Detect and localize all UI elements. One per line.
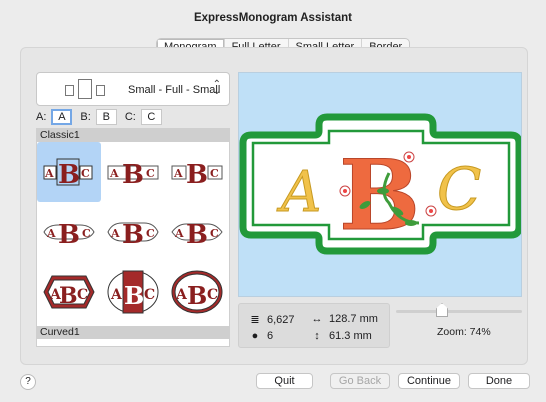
svg-text:C: C (81, 167, 90, 180)
letter-a-label: A: (36, 111, 47, 123)
full-box-icon (78, 79, 92, 99)
svg-text:A: A (44, 167, 54, 180)
style-item[interactable]: A B C (101, 202, 165, 262)
svg-text:B: B (124, 281, 144, 310)
style-item[interactable]: A B C (165, 142, 229, 202)
color-count-value: 6 (267, 330, 274, 342)
svg-text:B: B (187, 281, 207, 310)
letter-c-preview: C (437, 155, 481, 223)
svg-text:A: A (109, 167, 119, 180)
window-title: ExpressMonogram Assistant (193, 12, 353, 24)
svg-text:B: B (186, 220, 208, 247)
height-arrow-icon: ↕ (314, 330, 320, 342)
svg-text:B: B (59, 283, 78, 309)
design-width: ↔ 128.7 mm (311, 313, 378, 325)
svg-text:C: C (146, 167, 155, 180)
letter-b-label: B: (80, 111, 91, 123)
svg-text:C: C (77, 287, 88, 303)
width-arrow-icon: ↔ (311, 313, 323, 325)
style-grid: A B C A B C A B C A B C A B C A B C A B … (37, 142, 229, 322)
small-box-icon (65, 85, 74, 96)
style-item[interactable]: A B C (37, 142, 101, 202)
letter-c-input[interactable]: C (140, 109, 162, 125)
stitch-count-icon: ≣ (250, 314, 260, 326)
monogram-preview-art: A B C (239, 113, 521, 255)
layout-select[interactable]: Small - Full - Small ⌃ ⌄ (36, 72, 230, 106)
zoom-slider[interactable] (396, 303, 522, 317)
color-count: ● 6 (249, 330, 273, 342)
svg-text:C: C (210, 167, 219, 180)
quit-button[interactable]: Quit (256, 373, 313, 389)
style-item[interactable]: A B C (37, 262, 101, 322)
done-button[interactable]: Done (468, 373, 530, 389)
svg-text:A: A (46, 227, 56, 240)
letter-c-label: C: (124, 111, 136, 123)
letter-b-input[interactable]: B (95, 109, 117, 125)
stitch-count: ≣ 6,627 (249, 313, 295, 327)
svg-text:A: A (174, 227, 184, 240)
design-height: ↕ 61.3 mm (311, 330, 372, 342)
go-back-button[interactable]: Go Back (330, 373, 390, 389)
stitch-count-value: 6,627 (267, 313, 295, 326)
style-item[interactable]: A B C (165, 202, 229, 262)
letter-a-preview: A (276, 160, 321, 225)
svg-text:C: C (144, 287, 155, 303)
svg-text:B: B (186, 160, 208, 187)
style-item[interactable]: A B C (101, 262, 165, 322)
design-width-value: 128.7 mm (329, 313, 378, 325)
help-button[interactable]: ? (20, 374, 36, 390)
updown-chevron-icon: ⌃ ⌄ (212, 79, 221, 97)
letter-a-input[interactable]: A (51, 109, 73, 125)
svg-text:A: A (173, 167, 183, 180)
style-gallery: Classic1 A B C A B C A B C A B C A B C A… (36, 128, 230, 347)
letter-fields: A: A B: B C: C (36, 108, 170, 126)
flower-icon (425, 205, 437, 217)
flower-icon (339, 185, 351, 197)
svg-text:B: B (122, 220, 144, 247)
design-height-value: 61.3 mm (329, 330, 372, 342)
svg-text:A: A (110, 287, 123, 303)
svg-text:C: C (207, 287, 218, 303)
svg-text:B: B (58, 220, 80, 247)
svg-text:C: C (210, 227, 219, 240)
svg-text:B: B (58, 160, 80, 187)
style-item[interactable]: A B C (165, 262, 229, 322)
zoom-slider-thumb[interactable] (436, 303, 448, 317)
zoom-label: Zoom: 74% (437, 326, 491, 338)
small-box-icon (96, 85, 105, 96)
style-item[interactable]: A B C (37, 202, 101, 262)
zoom-slider-track (396, 310, 522, 313)
svg-text:B: B (122, 160, 144, 187)
monogram-assistant-window: ExpressMonogram Assistant Monogram Full … (0, 0, 546, 402)
design-stats: ≣ 6,627 ● 6 ↔ 128.7 mm ↕ 61.3 mm (238, 303, 390, 348)
palette-icon: ● (251, 330, 259, 342)
continue-button[interactable]: Continue (398, 373, 460, 389)
style-item[interactable]: A B C (101, 142, 165, 202)
gallery-group-header: Classic1 (37, 129, 229, 142)
layout-select-value: Small - Full - Small (128, 84, 221, 96)
svg-text:A: A (110, 227, 120, 240)
gallery-group-header: Curved1 (37, 326, 229, 339)
svg-text:C: C (146, 227, 155, 240)
monogram-preview: A B C (238, 72, 522, 297)
flower-icon (403, 151, 415, 163)
svg-text:C: C (82, 227, 91, 240)
